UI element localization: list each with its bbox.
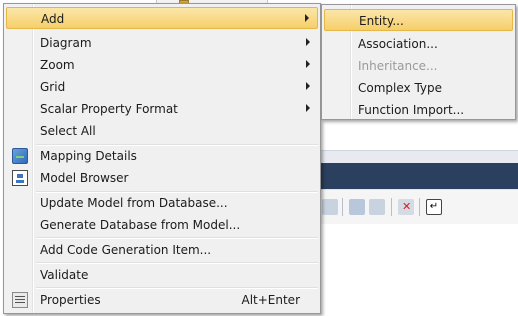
context-menu: Add Diagram Zoom Grid Scalar Property Fo… xyxy=(3,3,321,314)
submenu-item-association[interactable]: Association... xyxy=(324,33,513,55)
menu-item-zoom[interactable]: Zoom xyxy=(6,54,318,76)
submenu-arrow-icon xyxy=(305,14,309,22)
menu-item-model-browser[interactable]: Model Browser xyxy=(6,167,318,189)
menu-item-label: Add Code Generation Item... xyxy=(40,243,212,257)
menu-item-shortcut: Alt+Enter xyxy=(241,293,300,307)
menu-item-label: Entity... xyxy=(359,14,404,28)
submenu-item-inheritance: Inheritance... xyxy=(324,55,513,77)
menu-item-properties[interactable]: Properties Alt+Enter xyxy=(6,289,318,311)
model-browser-icon xyxy=(12,170,28,186)
menu-item-update-model-from-database[interactable]: Update Model from Database... xyxy=(6,192,318,214)
menu-item-label: Update Model from Database... xyxy=(40,196,228,210)
enter-key-icon[interactable]: ↵ xyxy=(426,199,442,215)
menu-item-scalar-property-format[interactable]: Scalar Property Format xyxy=(6,98,318,120)
submenu-arrow-icon xyxy=(306,104,310,112)
submenu-item-complex-type[interactable]: Complex Type xyxy=(324,77,513,99)
menu-item-label: Association... xyxy=(358,37,438,51)
toolbar-separator xyxy=(391,198,392,216)
menu-item-label: Model Browser xyxy=(40,171,129,185)
toolbar-separator xyxy=(342,198,343,216)
menu-item-select-all[interactable]: Select All xyxy=(6,120,318,142)
menu-item-grid[interactable]: Grid xyxy=(6,76,318,98)
menu-item-label: Complex Type xyxy=(358,81,443,95)
background-title-bar xyxy=(290,163,518,189)
menu-item-label: Properties xyxy=(40,293,101,307)
menu-item-label: Generate Database from Model... xyxy=(40,218,241,232)
menu-item-validate[interactable]: Validate xyxy=(6,264,318,286)
menu-item-diagram[interactable]: Diagram xyxy=(6,32,318,54)
menu-item-add-code-generation-item[interactable]: Add Code Generation Item... xyxy=(6,239,318,261)
toolbar-tool-icon[interactable] xyxy=(322,199,338,215)
menu-item-label: Inheritance... xyxy=(358,59,438,73)
submenu-item-entity[interactable]: Entity... xyxy=(324,9,513,31)
submenu-arrow-icon xyxy=(306,60,310,68)
menu-item-label: Zoom xyxy=(40,58,75,72)
properties-icon xyxy=(12,292,28,308)
menu-item-label: Function Import... xyxy=(358,103,465,117)
menu-item-label: Select All xyxy=(40,124,96,138)
menu-item-label: Mapping Details xyxy=(40,149,137,163)
toolbar-tool-icon[interactable] xyxy=(349,199,365,215)
menu-item-add[interactable]: Add xyxy=(6,7,318,29)
submenu-arrow-icon xyxy=(306,38,310,46)
background-panel-band xyxy=(290,150,518,163)
menu-item-label: Add xyxy=(41,12,65,26)
submenu-item-function-import[interactable]: Function Import... xyxy=(324,99,513,121)
add-submenu: Entity... Association... Inheritance... … xyxy=(321,4,516,120)
menu-item-label: Scalar Property Format xyxy=(40,102,178,116)
menu-item-label: Grid xyxy=(40,80,66,94)
mapping-details-icon xyxy=(12,148,28,164)
menu-item-label: Diagram xyxy=(40,36,92,50)
delete-icon[interactable] xyxy=(398,199,414,215)
menu-item-mapping-details[interactable]: Mapping Details xyxy=(6,145,318,167)
menu-item-label: Validate xyxy=(40,268,89,282)
toolbar-separator xyxy=(419,198,420,216)
menu-item-generate-database-from-model[interactable]: Generate Database from Model... xyxy=(6,214,318,236)
submenu-arrow-icon xyxy=(306,82,310,90)
toolbar-tool-icon[interactable] xyxy=(369,199,385,215)
